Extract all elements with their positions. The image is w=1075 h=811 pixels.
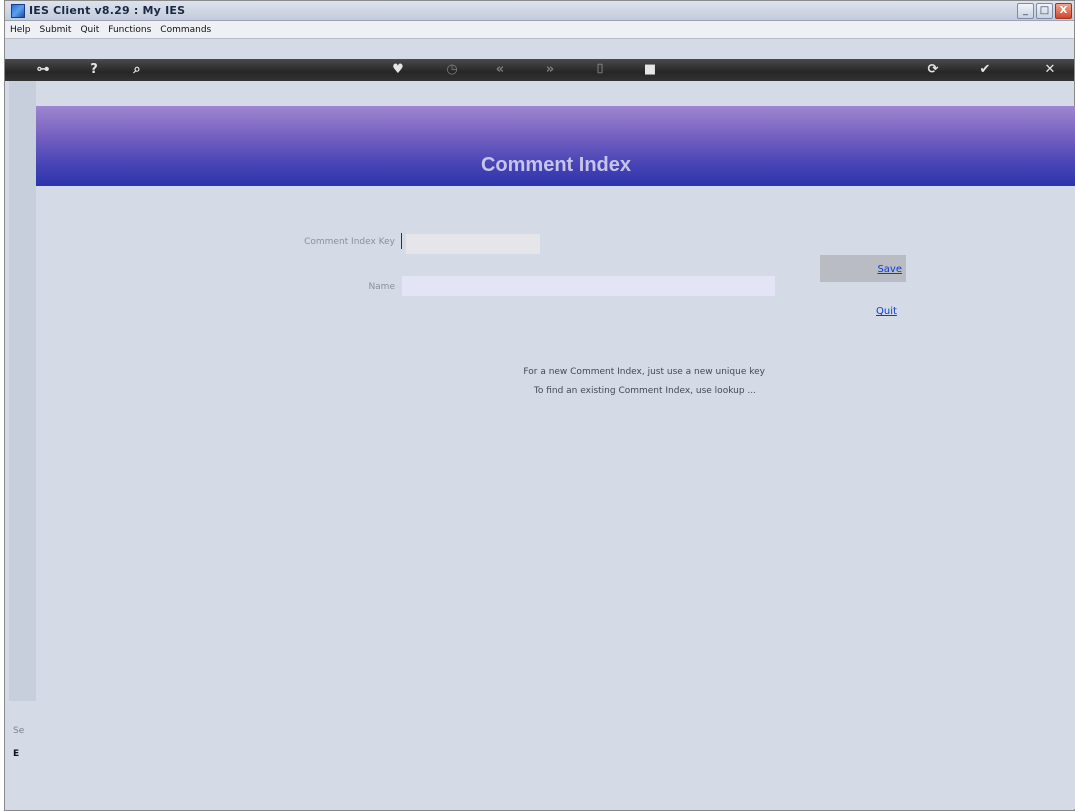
app-icon: [11, 3, 25, 18]
refresh-icon[interactable]: ⟳: [923, 61, 943, 79]
close-window-button[interactable]: X: [1055, 3, 1072, 19]
next-icon[interactable]: »: [540, 61, 560, 79]
save-button[interactable]: Save: [820, 255, 906, 282]
left-strip-mark-se: Se: [13, 726, 25, 736]
window-controls: _ □ X: [1017, 3, 1072, 19]
text-caret: [401, 233, 402, 249]
application-window: IES Client v8.29 : My IES _ □ X Help Sub…: [4, 0, 1075, 811]
bookmark-icon[interactable]: ⌷: [590, 61, 610, 79]
title-bar[interactable]: IES Client v8.29 : My IES _ □ X: [5, 1, 1074, 21]
stop-icon[interactable]: ■: [640, 61, 660, 79]
comment-index-key-label: Comment Index Key: [304, 237, 395, 247]
check-icon[interactable]: ✔: [975, 61, 995, 79]
left-strip-mark-e: E: [13, 749, 20, 759]
close-icon[interactable]: ✕: [1040, 61, 1060, 79]
minimize-button[interactable]: _: [1017, 3, 1034, 19]
menu-bar: Help Submit Quit Functions Commands: [5, 21, 1074, 39]
search-icon[interactable]: ⌕: [127, 61, 147, 79]
previous-icon[interactable]: «: [490, 61, 510, 79]
menu-functions[interactable]: Functions: [108, 25, 151, 35]
key-icon[interactable]: ⊶: [33, 61, 53, 79]
left-side-strip: Se E: [9, 81, 36, 759]
comment-index-key-input[interactable]: [406, 234, 540, 254]
name-label: Name: [368, 282, 395, 292]
menu-commands[interactable]: Commands: [160, 25, 211, 35]
menu-help[interactable]: Help: [10, 25, 31, 35]
page-title: Comment Index: [480, 154, 632, 176]
menu-submit[interactable]: Submit: [40, 25, 72, 35]
clock-icon[interactable]: ◷: [442, 61, 462, 79]
window-title: IES Client v8.29 : My IES: [29, 4, 186, 17]
toolbar: ⊶ ? ⌕ ♥ ◷ « » ⌷ ■ ⟳ ✔ ✕: [5, 59, 1074, 81]
save-link[interactable]: Save: [877, 264, 902, 275]
page-banner: Comment Index: [36, 106, 1075, 186]
quit-link[interactable]: Quit: [876, 306, 897, 317]
help-icon[interactable]: ?: [84, 61, 104, 79]
main-canvas: Comment Index: [36, 106, 1075, 809]
heart-icon[interactable]: ♥: [388, 61, 408, 79]
name-input[interactable]: [402, 276, 775, 296]
hint-find-index: To find an existing Comment Index, use l…: [533, 386, 756, 396]
hint-new-index: For a new Comment Index, just use a new …: [523, 367, 765, 377]
maximize-button[interactable]: □: [1036, 3, 1053, 19]
menu-quit[interactable]: Quit: [80, 25, 99, 35]
